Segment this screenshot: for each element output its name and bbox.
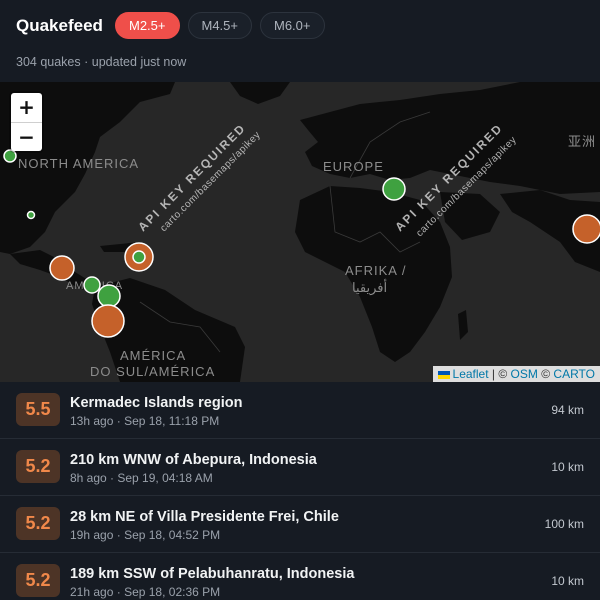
label-america-sul-2: DO SUL/AMÉRICA <box>90 364 215 379</box>
quake-marker[interactable] <box>572 214 600 244</box>
quake-map[interactable]: API KEY REQUIRED carto.com/basemaps/apik… <box>0 82 600 382</box>
quake-marker[interactable] <box>382 177 406 201</box>
zoom-out-button[interactable]: − <box>11 122 42 151</box>
status-separator: · <box>84 55 89 69</box>
list-item[interactable]: 5.2 28 km NE of Villa Presidente Frei, C… <box>0 496 600 553</box>
quake-marker[interactable] <box>97 284 121 308</box>
filter-m2-5[interactable]: M2.5+ <box>115 12 180 39</box>
quake-marker[interactable] <box>26 210 36 220</box>
quake-datetime: Sep 19, 04:18 AM <box>117 471 213 485</box>
leaflet-link[interactable]: Leaflet <box>453 367 489 381</box>
quake-datetime: Sep 18, 04:52 PM <box>124 528 221 542</box>
quake-ago: 19h ago <box>70 528 114 542</box>
updated-text: updated just now <box>91 55 187 69</box>
magnitude-badge: 5.2 <box>16 450 60 483</box>
quake-marker[interactable] <box>83 276 101 294</box>
quake-place: 28 km NE of Villa Presidente Frei, Chile <box>70 509 339 525</box>
quake-depth: 10 km <box>551 460 584 474</box>
label-north-america: NORTH AMERICA <box>18 156 139 171</box>
zoom-control: + − <box>11 93 42 151</box>
ukraine-flag-icon <box>437 370 450 379</box>
quake-marker[interactable] <box>3 149 17 163</box>
attribution-sep-2: © <box>541 367 551 381</box>
quake-ago: 21h ago <box>70 585 114 599</box>
filter-m6-0[interactable]: M6.0+ <box>260 12 325 39</box>
magnitude-badge: 5.5 <box>16 393 60 426</box>
quake-ago: 13h ago <box>70 414 114 428</box>
map-attribution: Leaflet | © OSM © CARTO <box>432 366 600 382</box>
list-item[interactable]: 5.2 210 km WNW of Abepura, Indonesia 8h … <box>0 439 600 496</box>
quake-marker[interactable] <box>91 304 125 338</box>
app-header: Quakefeed M2.5+ M4.5+ M6.0+ 304 quakes ·… <box>0 0 600 82</box>
quake-depth: 100 km <box>544 517 584 531</box>
magnitude-badge: 5.2 <box>16 564 60 597</box>
label-afrika-ar: أفريقيا <box>352 279 387 296</box>
quake-place: 189 km SSW of Pelabuhanratu, Indonesia <box>70 566 355 582</box>
quake-depth: 94 km <box>551 403 584 417</box>
zoom-in-button[interactable]: + <box>11 93 42 122</box>
osm-link[interactable]: OSM <box>511 367 538 381</box>
label-asia: 亚洲 <box>568 134 596 149</box>
map-canvas[interactable]: API KEY REQUIRED carto.com/basemaps/apik… <box>0 82 600 382</box>
magnitude-badge: 5.2 <box>16 507 60 540</box>
quake-marker[interactable] <box>132 250 146 264</box>
list-item[interactable]: 5.5 Kermadec Islands region 13h ago · Se… <box>0 382 600 439</box>
quake-place: Kermadec Islands region <box>70 395 243 411</box>
filter-m4-5[interactable]: M4.5+ <box>187 12 252 39</box>
label-afrika: AFRIKA / <box>345 263 406 278</box>
quake-list: 5.5 Kermadec Islands region 13h ago · Se… <box>0 382 600 600</box>
quake-time: 19h ago · Sep 18, 04:52 PM <box>70 528 221 542</box>
quake-datetime: Sep 18, 02:36 PM <box>124 585 221 599</box>
quake-marker[interactable] <box>49 255 75 281</box>
magnitude-filters: M2.5+ M4.5+ M6.0+ <box>115 12 325 39</box>
quake-depth: 10 km <box>551 574 584 588</box>
quake-time: 21h ago · Sep 18, 02:36 PM <box>70 585 221 599</box>
list-item[interactable]: 5.2 189 km SSW of Pelabuhanratu, Indones… <box>0 553 600 600</box>
quake-count: 304 quakes <box>16 55 81 69</box>
quake-place: 210 km WNW of Abepura, Indonesia <box>70 452 317 468</box>
app-title: Quakefeed <box>16 16 103 35</box>
label-america-sul-1: AMÉRICA <box>120 348 186 363</box>
carto-link[interactable]: CARTO <box>553 367 595 381</box>
quake-time: 13h ago · Sep 18, 11:18 PM <box>70 414 220 428</box>
quake-ago: 8h ago <box>70 471 107 485</box>
status-line: 304 quakes · updated just now <box>16 55 186 69</box>
quake-datetime: Sep 18, 11:18 PM <box>124 414 220 428</box>
label-europe: EUROPE <box>323 159 384 174</box>
quake-time: 8h ago · Sep 19, 04:18 AM <box>70 471 213 485</box>
attribution-sep-1: | © <box>491 367 508 381</box>
